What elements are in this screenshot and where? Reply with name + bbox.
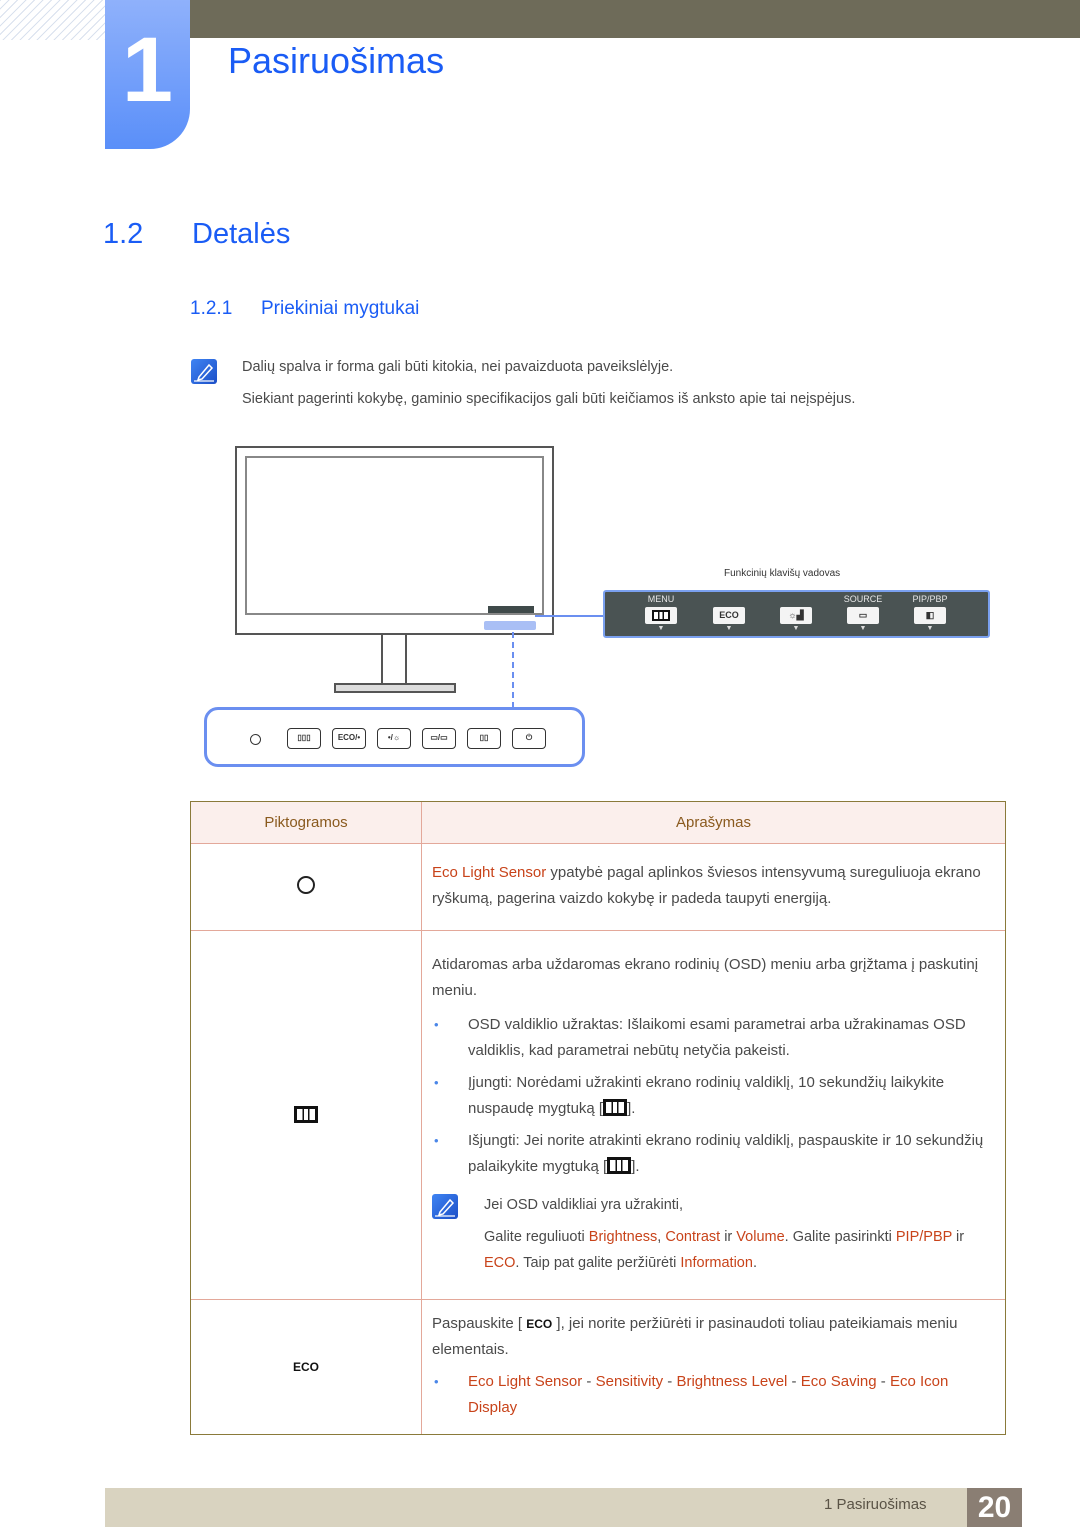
front-power-button: ⏻ — [512, 728, 546, 749]
fkg-eco: ECO ▼ — [699, 594, 759, 633]
section-number: 1.2 — [103, 218, 144, 250]
monitor-screen — [245, 456, 544, 615]
eco-icon: ECO — [292, 1360, 319, 1374]
front-source-button: ▭/▭ — [422, 728, 456, 749]
arrow-down-icon: ▼ — [859, 625, 867, 632]
eco-key: ECO — [713, 607, 745, 624]
fkg-brightness: ☼▟ ▼ — [766, 594, 826, 633]
fkg-menu: MENU ▼ — [631, 594, 691, 633]
fkg-source: SOURCE ▭ ▼ — [833, 594, 893, 633]
table-header-row: Piktogramos Aprašymas — [190, 801, 1006, 844]
chapter-number-tab: 1 — [105, 0, 190, 149]
monitor-front-buttons-mini — [484, 621, 536, 630]
light-sensor-icon — [250, 734, 261, 745]
table-row: ECO Paspauskite [ ECO ], jei norite perž… — [190, 1299, 1006, 1435]
section-title: Detalės — [192, 218, 291, 250]
front-menu-button: ▯▯▯ — [287, 728, 321, 749]
brightness-icon: ☼▟ — [780, 607, 812, 624]
menu-icon — [294, 1105, 318, 1123]
chapter-title: Pasiruošimas — [228, 40, 445, 81]
pip-icon: ◧ — [914, 607, 946, 624]
header-hatch-decoration — [0, 0, 105, 40]
header-bar — [190, 0, 1080, 38]
menu-icon — [645, 607, 677, 624]
subsection-title: Priekiniai mygtukai — [261, 298, 420, 319]
list-item: Eco Light Sensor - Sensitivity - Brightn… — [432, 1369, 995, 1421]
header-icons: Piktogramos — [190, 801, 422, 844]
eco-light-sensor-term: Eco Light Sensor — [432, 864, 547, 881]
page-number: 20 — [967, 1488, 1022, 1527]
note-text-2: Siekiant pagerinti kokybę, gaminio speci… — [242, 391, 856, 407]
source-icon: ▭ — [847, 607, 879, 624]
menu-icon — [603, 1099, 628, 1116]
arrow-down-icon: ▼ — [725, 625, 733, 632]
note-pencil-icon — [191, 359, 217, 384]
fkg-pip: PIP/PBP ◧ ▼ — [900, 594, 960, 633]
osd-lock-note: Jei OSD valdikliai yra užrakinti, Galite… — [432, 1192, 995, 1276]
note-pencil-icon — [432, 1194, 458, 1219]
function-key-guide-label: Funkcinių klavišų vadovas — [724, 568, 841, 579]
arrow-down-icon: ▼ — [657, 625, 665, 632]
front-eco-button: ECO/• — [332, 728, 366, 749]
monitor-illustration — [235, 446, 554, 635]
footer-chapter: 1 Pasiruošimas — [824, 1496, 927, 1513]
note-text-1: Dalių spalva ir forma gali būti kitokia,… — [242, 359, 674, 375]
monitor-stand-neck — [381, 635, 407, 683]
monitor-stand-base — [334, 683, 456, 693]
callout-line-key-guide — [535, 615, 605, 617]
function-key-guide: MENU ▼ ECO ▼ ☼▟ ▼ SOURCE ▭ ▼ PIP/PBP ◧ ▼ — [603, 590, 990, 638]
buttons-table: Piktogramos Aprašymas Eco Light Sensor y… — [190, 801, 1006, 1435]
arrow-down-icon: ▼ — [926, 625, 934, 632]
table-row: Atidaromas arba uždaromas ekrano rodinių… — [190, 930, 1006, 1300]
menu-icon — [607, 1157, 632, 1174]
front-panel-closeup: ▯▯▯ ECO/• •/☼ ▭/▭ ▯▯ ⏻ — [204, 707, 585, 767]
light-sensor-icon — [297, 875, 315, 894]
list-item: OSD valdiklio užraktas: Išlaikomi esami … — [432, 1012, 995, 1064]
subsection-number: 1.2.1 — [190, 298, 233, 319]
list-item: Įjungti: Norėdami užrakinti ekrano rodin… — [432, 1070, 995, 1122]
front-brightness-button: •/☼ — [377, 728, 411, 749]
header-description: Aprašymas — [421, 801, 1006, 844]
arrow-down-icon: ▼ — [792, 625, 800, 632]
front-pip-button: ▯▯ — [467, 728, 501, 749]
eco-icon: ECO — [526, 1317, 553, 1331]
list-item: Išjungti: Jei norite atrakinti ekrano ro… — [432, 1128, 995, 1180]
table-row: Eco Light Sensor ypatybė pagal aplinkos … — [190, 843, 1006, 931]
monitor-key-guide-mini — [488, 606, 534, 613]
callout-line-front-panel — [512, 632, 514, 708]
